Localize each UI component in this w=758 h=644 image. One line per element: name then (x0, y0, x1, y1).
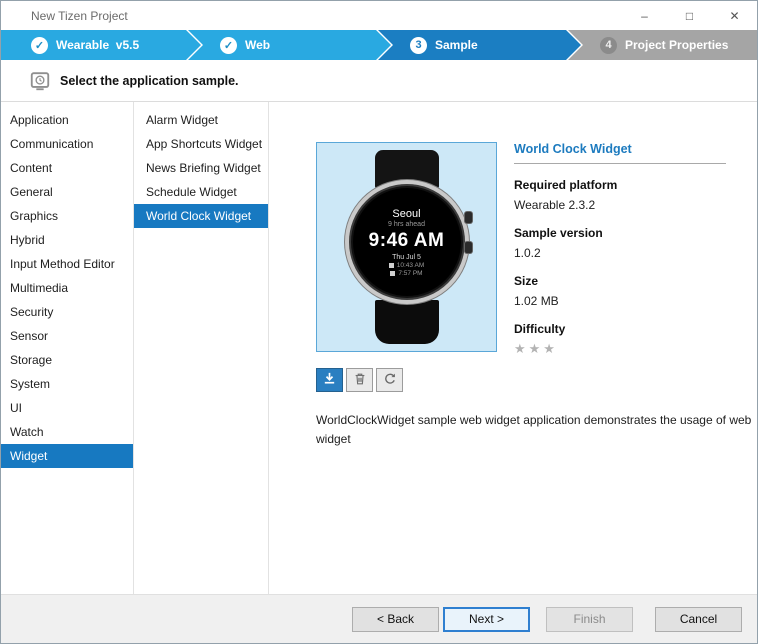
step-number-badge: 3 (410, 37, 427, 54)
footer-bar: < Back Next > Finish Cancel (1, 594, 757, 643)
main-content: Application Communication Content Genera… (1, 102, 757, 594)
delete-sample-button[interactable] (346, 368, 373, 392)
sunrise-icon (389, 263, 394, 268)
wizard-step-label: Web (245, 38, 270, 52)
next-button[interactable]: Next > (443, 607, 530, 632)
wizard-step-label: Wearable v5.5 (56, 38, 139, 52)
refresh-sample-button[interactable] (376, 368, 403, 392)
watch-crown (465, 242, 472, 253)
required-platform-label: Required platform (514, 178, 726, 192)
wizard-step-label: Sample (435, 38, 478, 52)
minimize-icon: – (641, 9, 648, 23)
watch-extra-time-value: 7:57 PM (398, 270, 422, 277)
preview-actions (316, 368, 403, 392)
watch-illustration: Seoul 9 hrs ahead 9:46 AM Thu Jul 5 10:4… (345, 150, 469, 344)
category-item[interactable]: Graphics (1, 204, 133, 228)
size-value: 1.02 MB (514, 294, 726, 308)
sample-description: WorldClockWidget sample web widget appli… (316, 411, 758, 448)
maximize-icon: □ (686, 9, 693, 23)
sample-version-value: 1.0.2 (514, 246, 726, 260)
sample-version-label: Sample version (514, 226, 726, 240)
sample-item-selected[interactable]: World Clock Widget (134, 204, 268, 228)
sample-detail-pane: Seoul 9 hrs ahead 9:46 AM Thu Jul 5 10:4… (269, 102, 757, 594)
titlebar: New Tizen Project – □ ✕ (1, 1, 757, 30)
trash-icon (353, 372, 367, 389)
watch-crown (465, 212, 472, 223)
close-icon: ✕ (729, 9, 739, 23)
watch-city: Seoul (392, 208, 420, 220)
download-sample-button[interactable] (316, 368, 343, 392)
category-item[interactable]: General (1, 180, 133, 204)
sample-preview: Seoul 9 hrs ahead 9:46 AM Thu Jul 5 10:4… (316, 142, 497, 352)
window-controls: – □ ✕ (622, 1, 757, 30)
category-list: Application Communication Content Genera… (1, 102, 134, 594)
step-number-badge: 4 (600, 37, 617, 54)
watch-date: Thu Jul 5 (392, 254, 421, 261)
wizard-step-project-properties: 4 Project Properties (568, 30, 757, 60)
category-item[interactable]: Content (1, 156, 133, 180)
sample-item[interactable]: Alarm Widget (134, 108, 268, 132)
wizard-step-platform: ✓ Wearable v5.5 (1, 30, 201, 60)
maximize-button[interactable]: □ (667, 1, 712, 30)
check-icon: ✓ (220, 37, 237, 54)
watch-strap-bottom (375, 300, 439, 344)
category-item[interactable]: Application (1, 108, 133, 132)
sample-item[interactable]: News Briefing Widget (134, 156, 268, 180)
category-item[interactable]: Storage (1, 348, 133, 372)
refresh-icon (383, 372, 397, 389)
watch-extra-time: 7:57 PM (390, 270, 422, 277)
watch-face: Seoul 9 hrs ahead 9:46 AM Thu Jul 5 10:4… (353, 188, 461, 296)
size-label: Size (514, 274, 726, 288)
wizard-step-label: Project Properties (625, 38, 728, 52)
difficulty-stars: ★★★ (514, 341, 726, 357)
category-item[interactable]: System (1, 372, 133, 396)
category-item[interactable]: UI (1, 396, 133, 420)
wizard-step-profile: ✓ Web (188, 30, 391, 60)
instruction-text: Select the application sample. (60, 74, 239, 88)
watch-extra-time-value: 10:43 AM (397, 262, 424, 269)
category-item[interactable]: Security (1, 300, 133, 324)
sunset-icon (390, 271, 395, 276)
watch-offset: 9 hrs ahead (388, 221, 425, 228)
category-item[interactable]: Input Method Editor (1, 252, 133, 276)
category-item[interactable]: Hybrid (1, 228, 133, 252)
cancel-button[interactable]: Cancel (655, 607, 742, 632)
watch-time: 9:46 AM (369, 230, 445, 252)
sample-list: Alarm Widget App Shortcuts Widget News B… (134, 102, 269, 594)
wizard-steps: ✓ Wearable v5.5 ✓ Web 3 Sample 4 Project… (1, 30, 757, 60)
minimize-button[interactable]: – (622, 1, 667, 30)
close-button[interactable]: ✕ (712, 1, 757, 30)
sample-item[interactable]: App Shortcuts Widget (134, 132, 268, 156)
wizard-step-sample: 3 Sample (378, 30, 581, 60)
check-icon: ✓ (31, 37, 48, 54)
required-platform-value: Wearable 2.3.2 (514, 198, 726, 212)
download-icon (322, 371, 337, 389)
category-item[interactable]: Watch (1, 420, 133, 444)
sample-item[interactable]: Schedule Widget (134, 180, 268, 204)
watch-extra-time: 10:43 AM (389, 262, 424, 269)
sample-info-panel: World Clock Widget Required platform Wea… (514, 142, 726, 357)
instruction-bar: Select the application sample. (1, 60, 757, 102)
window-title: New Tizen Project (31, 9, 128, 23)
finish-button[interactable]: Finish (546, 607, 633, 632)
sample-title: World Clock Widget (514, 142, 726, 164)
category-item-selected[interactable]: Widget (1, 444, 133, 468)
difficulty-label: Difficulty (514, 322, 726, 336)
category-item[interactable]: Sensor (1, 324, 133, 348)
back-button[interactable]: < Back (352, 607, 439, 632)
sample-selection-icon (29, 70, 51, 92)
category-item[interactable]: Multimedia (1, 276, 133, 300)
category-item[interactable]: Communication (1, 132, 133, 156)
new-tizen-project-dialog: New Tizen Project – □ ✕ ✓ Wearable v5.5 … (0, 0, 758, 644)
